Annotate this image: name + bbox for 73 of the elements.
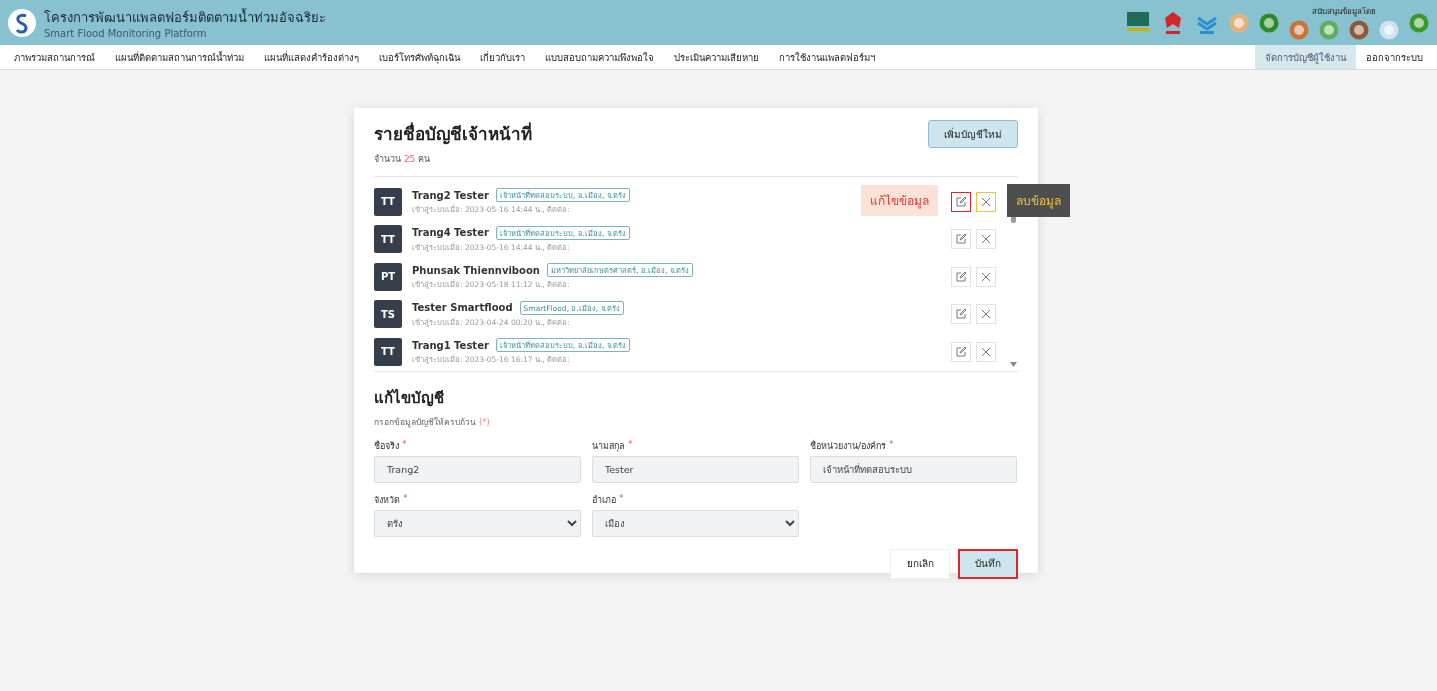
avatar: PT bbox=[374, 262, 402, 291]
emblem-icon bbox=[1259, 12, 1279, 33]
field-label: จังหวัด bbox=[374, 493, 400, 507]
emblem-icon bbox=[1349, 20, 1369, 40]
account-name: Tester Smartflood bbox=[412, 302, 513, 314]
close-icon bbox=[981, 309, 991, 320]
edit-icon bbox=[955, 270, 967, 283]
required-note: (*) bbox=[479, 416, 490, 427]
site-subtitle: Smart Flood Monitoring Platform bbox=[44, 27, 208, 39]
sponsor-label: สนับสนุนข้อมูลโดย bbox=[1312, 6, 1376, 18]
required-mark: * bbox=[619, 492, 624, 505]
nav-link[interactable]: ออกจากระบบ bbox=[1356, 45, 1433, 69]
close-icon bbox=[981, 196, 991, 207]
input-field[interactable]: Trang2 bbox=[374, 455, 581, 483]
delete-button[interactable] bbox=[976, 191, 996, 212]
edit-icon bbox=[955, 233, 967, 246]
delete-button[interactable] bbox=[976, 304, 996, 325]
avatar: TT bbox=[374, 337, 402, 366]
account-name: Trang1 Tester bbox=[412, 339, 489, 351]
select-field[interactable]: ตรัง bbox=[374, 509, 581, 537]
account-count: จำนวน 25 คน bbox=[374, 154, 431, 164]
close-icon bbox=[981, 234, 991, 245]
add-account-button[interactable]: เพิ่มบัญชีใหม่ bbox=[928, 120, 1018, 148]
nav-link[interactable]: จัดการบัญชีผู้ใช้งาน bbox=[1255, 45, 1356, 69]
scroll-down-icon[interactable] bbox=[1009, 361, 1017, 367]
panel-title: รายชื่อบัญชีเจ้าหน้าที่ bbox=[374, 121, 532, 147]
nav-link[interactable]: ประเมินความเสียหาย bbox=[664, 45, 769, 69]
site-title: โครงการพัฒนาแพลตฟอร์มติดตามน้ำท่วมอัจฉริยะ bbox=[44, 7, 327, 27]
edit-icon bbox=[955, 308, 967, 321]
logo-icon bbox=[8, 8, 36, 37]
account-name: Trang4 Tester bbox=[412, 227, 489, 239]
edit-icon bbox=[955, 195, 967, 208]
delete-tooltip: ลบข้อมูล bbox=[1007, 183, 1070, 217]
delete-button[interactable] bbox=[976, 229, 996, 250]
account-name: Trang2 Tester bbox=[412, 189, 489, 201]
edit-tooltip: แก้ไขข้อมูล bbox=[861, 184, 938, 216]
input-field[interactable]: เจ้าหน้าที่ทดสอบระบบ bbox=[810, 455, 1017, 483]
delete-button[interactable] bbox=[976, 341, 996, 362]
edit-icon bbox=[955, 345, 967, 358]
field-label: นามสกุล bbox=[592, 439, 625, 453]
emblem-icon bbox=[1289, 20, 1309, 40]
field-label: ชื่อหน่วยงาน/องค์กร bbox=[810, 439, 887, 453]
required-mark: * bbox=[889, 438, 894, 451]
delete-button[interactable] bbox=[976, 266, 996, 287]
nav-link[interactable]: เบอร์โทรศัพท์ฉุกเฉิน bbox=[369, 45, 470, 69]
nav-link[interactable]: แผนที่ติดตามสถานการณ์น้ำท่วม bbox=[105, 45, 254, 69]
emblem-icon bbox=[1319, 20, 1339, 40]
emblem-icon bbox=[1379, 20, 1399, 40]
cancel-button[interactable]: ยกเลิก bbox=[890, 548, 950, 579]
required-mark: * bbox=[628, 438, 633, 451]
close-icon bbox=[981, 346, 991, 357]
field-label: อำเภอ bbox=[592, 493, 616, 507]
select-field[interactable]: เมือง bbox=[592, 509, 799, 537]
form-hint: กรอกข้อมูลบัญชีให้ครบถ้วน bbox=[374, 416, 476, 427]
nav-link[interactable]: แผนที่แสดงคำร้องต่างๆ bbox=[254, 45, 369, 69]
emblem-icon bbox=[1229, 12, 1249, 33]
save-button[interactable]: บันทึก bbox=[958, 548, 1018, 579]
input-field[interactable]: Tester bbox=[592, 455, 799, 483]
nav-link[interactable]: เกี่ยวกับเรา bbox=[470, 45, 535, 69]
account-name: Phunsak Thiennviboon bbox=[412, 264, 540, 276]
emblem-icon bbox=[1409, 12, 1429, 33]
avatar: TS bbox=[374, 300, 402, 329]
required-mark: * bbox=[403, 492, 408, 505]
required-mark: * bbox=[402, 438, 407, 451]
field-label: ชื่อจริง bbox=[374, 439, 399, 453]
close-icon bbox=[981, 271, 991, 282]
edit-button[interactable] bbox=[951, 191, 971, 212]
avatar: TT bbox=[374, 187, 402, 216]
nav-link[interactable]: แบบสอบถามความพึงพอใจ bbox=[535, 45, 664, 69]
avatar: TT bbox=[374, 225, 402, 254]
nav-link[interactable]: การใช้งานแพลตฟอร์มฯ bbox=[769, 45, 885, 69]
nav-link[interactable]: ภาพรวมสถานการณ์ bbox=[4, 45, 105, 69]
form-title: แก้ไขบัญชี bbox=[374, 387, 445, 409]
